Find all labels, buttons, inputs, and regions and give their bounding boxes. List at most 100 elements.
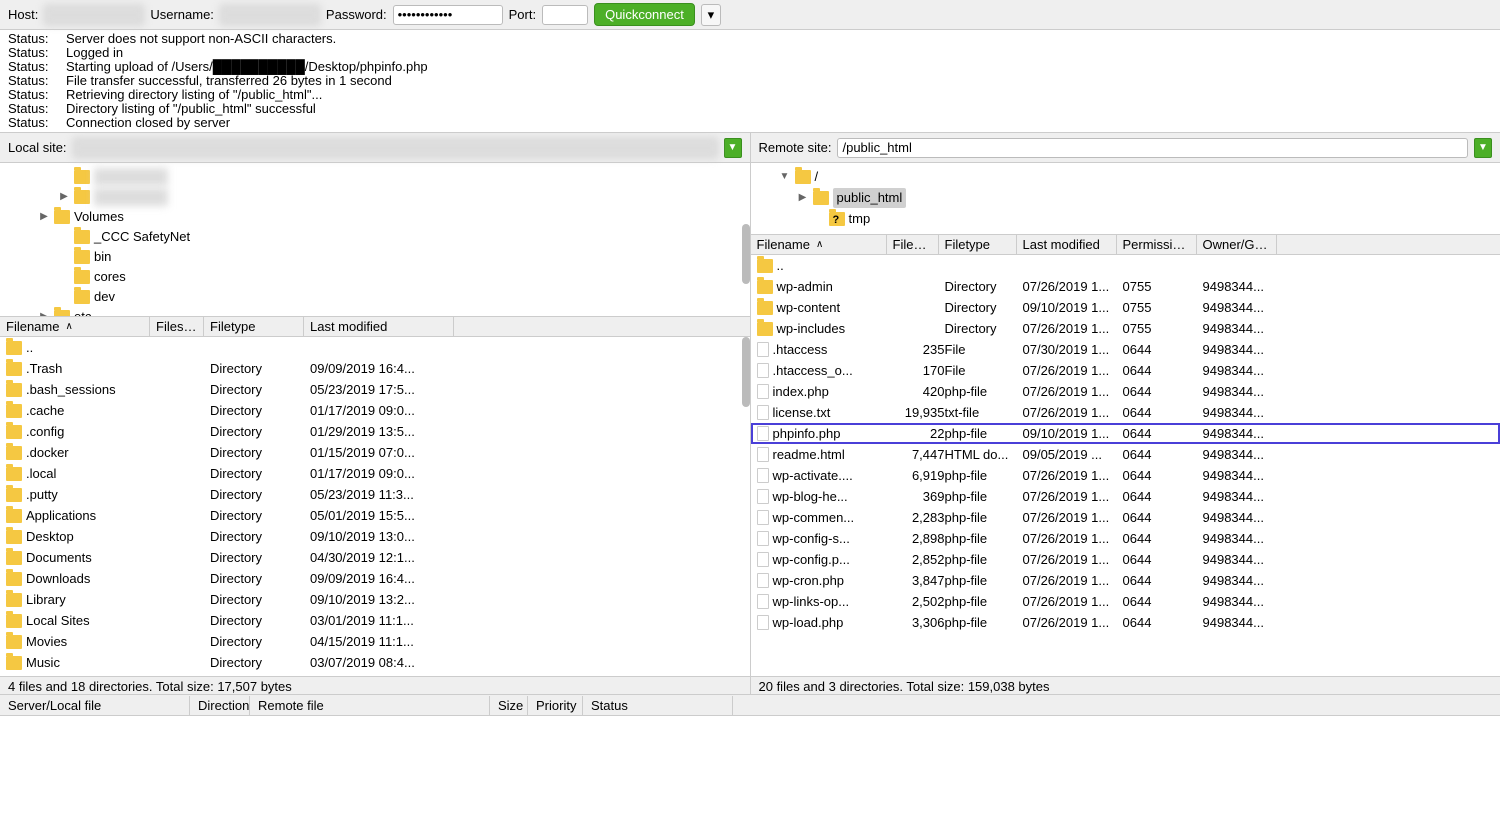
col-filename[interactable]: Filename∧ [0, 317, 150, 336]
file-type: Directory [945, 297, 1023, 318]
file-row[interactable]: wp-adminDirectory07/26/2019 1...07559498… [751, 276, 1500, 297]
tree-item[interactable]: ▶public_html [759, 187, 1493, 209]
local-site-input[interactable] [73, 138, 718, 158]
file-row[interactable]: readme.html7,447HTML do...09/05/2019 ...… [751, 444, 1500, 465]
remote-file-list[interactable]: ..wp-adminDirectory07/26/2019 1...075594… [751, 255, 1500, 676]
file-row[interactable]: index.php420php-file07/26/2019 1...06449… [751, 381, 1500, 402]
tree-item[interactable]: ▶Volumes [8, 207, 742, 227]
file-modified: 04/15/2019 11:1... [310, 631, 460, 652]
qcol-size[interactable]: Size [490, 696, 528, 715]
file-row[interactable]: .cacheDirectory01/17/2019 09:0... [0, 400, 750, 421]
file-row[interactable]: DocumentsDirectory04/30/2019 12:1... [0, 547, 750, 568]
file-row[interactable]: license.txt19,935txt-file07/26/2019 1...… [751, 402, 1500, 423]
remote-site-input[interactable] [837, 138, 1468, 158]
file-row[interactable]: ApplicationsDirectory05/01/2019 15:5... [0, 505, 750, 526]
tree-item[interactable]: _CCC SafetyNet [8, 227, 742, 247]
file-row[interactable]: .. [0, 337, 750, 358]
file-row[interactable]: wp-blog-he...369php-file07/26/2019 1...0… [751, 486, 1500, 507]
tree-item[interactable]: cores [8, 267, 742, 287]
remote-file-header[interactable]: Filename∧ Filesize Filetype Last modifie… [751, 235, 1500, 255]
tree-item[interactable]: ▶etc [8, 307, 742, 317]
tree-item[interactable]: bin [8, 247, 742, 267]
remote-site-dropdown[interactable]: ▼ [1474, 138, 1492, 158]
local-file-header[interactable]: Filename∧ Filesize Filetype Last modifie… [0, 317, 750, 337]
qcol-remote[interactable]: Remote file [250, 696, 490, 715]
file-row[interactable]: DesktopDirectory09/10/2019 13:0... [0, 526, 750, 547]
col-modified[interactable]: Last modified [304, 317, 454, 336]
file-row[interactable]: phpinfo.php22php-file09/10/2019 1...0644… [751, 423, 1500, 444]
tree-item[interactable]: tmp [759, 209, 1493, 229]
quickconnect-dropdown[interactable]: ▾ [701, 4, 721, 26]
quickconnect-button[interactable]: Quickconnect [594, 3, 695, 26]
disclosure-icon[interactable]: ▶ [38, 308, 50, 317]
file-row[interactable]: .dockerDirectory01/15/2019 07:0... [0, 442, 750, 463]
local-file-list[interactable]: ...TrashDirectory09/09/2019 16:4....bash… [0, 337, 750, 676]
scrollbar[interactable] [742, 337, 750, 407]
file-row[interactable]: Local SitesDirectory03/01/2019 11:1... [0, 610, 750, 631]
file-name: .cache [26, 400, 64, 421]
file-modified: 07/26/2019 1... [1023, 276, 1123, 297]
col-modified[interactable]: Last modified [1017, 235, 1117, 254]
folder-icon [757, 301, 773, 315]
file-modified: 07/26/2019 1... [1023, 549, 1123, 570]
file-row[interactable]: .TrashDirectory09/09/2019 16:4... [0, 358, 750, 379]
username-input[interactable] [220, 5, 320, 25]
file-row[interactable]: .. [751, 255, 1500, 276]
file-modified: 01/17/2019 09:0... [310, 463, 460, 484]
file-row[interactable]: wp-load.php3,306php-file07/26/2019 1...0… [751, 612, 1500, 633]
col-permissions[interactable]: Permissions [1117, 235, 1197, 254]
local-site-dropdown[interactable]: ▼ [724, 138, 742, 158]
col-filesize[interactable]: Filesize [887, 235, 939, 254]
file-row[interactable]: LibraryDirectory09/10/2019 13:2... [0, 589, 750, 610]
file-name: .local [26, 463, 56, 484]
col-owner[interactable]: Owner/Group [1197, 235, 1277, 254]
file-row[interactable]: wp-config-s...2,898php-file07/26/2019 1.… [751, 528, 1500, 549]
file-row[interactable]: wp-links-op...2,502php-file07/26/2019 1.… [751, 591, 1500, 612]
file-row[interactable]: wp-config.p...2,852php-file07/26/2019 1.… [751, 549, 1500, 570]
col-filesize[interactable]: Filesize [150, 317, 204, 336]
qcol-status[interactable]: Status [583, 696, 733, 715]
remote-tree[interactable]: ▼/▶public_htmltmp [751, 163, 1500, 235]
file-row[interactable]: MoviesDirectory04/15/2019 11:1... [0, 631, 750, 652]
log-message: Server does not support non-ASCII charac… [66, 32, 336, 46]
local-tree[interactable]: ████████▶████████▶Volumes_CCC SafetyNetb… [0, 163, 750, 317]
tree-item[interactable]: dev [8, 287, 742, 307]
file-size: 6,919 [893, 465, 945, 486]
file-row[interactable]: .localDirectory01/17/2019 09:0... [0, 463, 750, 484]
file-type: Directory [210, 442, 310, 463]
disclosure-icon[interactable]: ▼ [779, 168, 791, 186]
port-input[interactable] [542, 5, 588, 25]
file-row[interactable]: .bash_sessionsDirectory05/23/2019 17:5..… [0, 379, 750, 400]
file-row[interactable]: wp-activate....6,919php-file07/26/2019 1… [751, 465, 1500, 486]
col-filename[interactable]: Filename∧ [751, 235, 887, 254]
file-row[interactable]: MusicDirectory03/07/2019 08:4... [0, 652, 750, 673]
file-row[interactable]: .htaccess235File07/30/2019 1...064494983… [751, 339, 1500, 360]
transfer-queue-header[interactable]: Server/Local file Direction Remote file … [0, 694, 1500, 716]
file-row[interactable]: wp-includesDirectory07/26/2019 1...07559… [751, 318, 1500, 339]
qcol-direction[interactable]: Direction [190, 696, 250, 715]
tree-item[interactable]: ████████ [8, 167, 742, 187]
disclosure-icon[interactable]: ▶ [58, 188, 70, 206]
col-filetype[interactable]: Filetype [204, 317, 304, 336]
file-type: Directory [210, 400, 310, 421]
col-filetype[interactable]: Filetype [939, 235, 1017, 254]
local-site-label: Local site: [8, 140, 67, 155]
file-row[interactable]: .puttyDirectory05/23/2019 11:3... [0, 484, 750, 505]
file-row[interactable]: .htaccess_o...170File07/26/2019 1...0644… [751, 360, 1500, 381]
qcol-server[interactable]: Server/Local file [0, 696, 190, 715]
host-input[interactable] [44, 5, 144, 25]
file-row[interactable]: DownloadsDirectory09/09/2019 16:4... [0, 568, 750, 589]
file-name: Applications [26, 505, 96, 526]
disclosure-icon[interactable]: ▶ [38, 208, 50, 226]
file-row[interactable]: .configDirectory01/29/2019 13:5... [0, 421, 750, 442]
qcol-priority[interactable]: Priority [528, 696, 583, 715]
scrollbar[interactable] [742, 224, 750, 284]
file-name: .htaccess_o... [773, 360, 853, 381]
tree-item[interactable]: ▼/ [759, 167, 1493, 187]
file-row[interactable]: wp-contentDirectory09/10/2019 1...075594… [751, 297, 1500, 318]
file-row[interactable]: wp-cron.php3,847php-file07/26/2019 1...0… [751, 570, 1500, 591]
tree-item[interactable]: ▶████████ [8, 187, 742, 207]
disclosure-icon[interactable]: ▶ [797, 189, 809, 207]
file-row[interactable]: wp-commen...2,283php-file07/26/2019 1...… [751, 507, 1500, 528]
password-input[interactable] [393, 5, 503, 25]
